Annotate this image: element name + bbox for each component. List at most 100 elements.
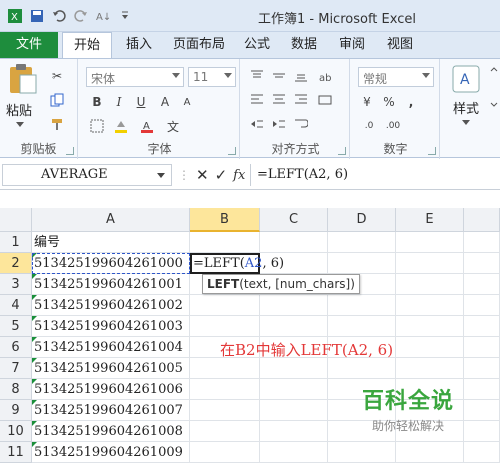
cell-a[interactable]: 513425199604261009 [32, 442, 190, 463]
decrease-decimal-icon[interactable]: .00 [384, 117, 402, 135]
cell-empty[interactable] [260, 232, 328, 253]
cell-empty[interactable] [190, 421, 260, 442]
insert-function-icon[interactable]: fx [233, 168, 245, 183]
cell-empty[interactable] [464, 232, 500, 253]
align-left-icon[interactable] [248, 91, 266, 109]
excel-icon[interactable]: X [6, 7, 24, 25]
cell-empty[interactable] [260, 295, 328, 316]
cell-empty[interactable] [328, 253, 396, 274]
cell-empty[interactable] [396, 316, 464, 337]
row-header[interactable]: 3 [0, 274, 32, 295]
cell-empty[interactable] [190, 442, 260, 463]
font-name-combo[interactable]: 宋体 [86, 67, 184, 87]
tab-data[interactable]: 数据 [282, 32, 326, 58]
font-shrink-icon[interactable]: A [178, 93, 196, 111]
cell-empty[interactable] [464, 358, 500, 379]
cell-empty[interactable] [260, 379, 328, 400]
merge-center-icon[interactable] [316, 91, 334, 109]
row-header[interactable]: 4 [0, 295, 32, 316]
tab-page-layout[interactable]: 页面布局 [166, 32, 232, 58]
row-header[interactable]: 8 [0, 379, 32, 400]
percent-icon[interactable]: % [380, 93, 398, 111]
cell-empty[interactable] [396, 232, 464, 253]
cell-a[interactable]: 513425199604261004 [32, 337, 190, 358]
row-header[interactable]: 5 [0, 316, 32, 337]
row-header[interactable]: 2 [0, 253, 32, 274]
cell-empty[interactable] [328, 295, 396, 316]
cell-empty[interactable] [190, 358, 260, 379]
cell-a[interactable]: 513425199604261001 [32, 274, 190, 295]
font-grow-icon[interactable]: A [156, 93, 174, 111]
styles-button[interactable]: A 样式 [448, 65, 484, 135]
cell-empty[interactable] [190, 400, 260, 421]
column-header-f[interactable] [464, 208, 500, 232]
tab-view[interactable]: 视图 [378, 32, 422, 58]
row-header[interactable]: 9 [0, 400, 32, 421]
cell-empty[interactable] [396, 295, 464, 316]
cell-a[interactable]: 513425199604261005 [32, 358, 190, 379]
undo-icon[interactable] [50, 7, 68, 25]
cell-empty[interactable] [396, 253, 464, 274]
alignment-dialog-launcher[interactable] [338, 147, 346, 155]
redo-icon[interactable] [72, 7, 90, 25]
italic-icon[interactable]: I [110, 93, 128, 111]
cell-empty[interactable] [396, 337, 464, 358]
formula-input[interactable]: =LEFT(A2, 6) [250, 164, 498, 186]
copy-icon[interactable] [48, 91, 66, 109]
cell-a[interactable]: 513425199604261002 [32, 295, 190, 316]
cell-empty[interactable] [190, 295, 260, 316]
cell-a[interactable]: 513425199604261008 [32, 421, 190, 442]
increase-decimal-icon[interactable]: .0 [360, 117, 378, 135]
cell-empty[interactable] [464, 274, 500, 295]
row-header[interactable]: 1 [0, 232, 32, 253]
align-top-icon[interactable] [248, 67, 266, 85]
cell-empty[interactable] [260, 400, 328, 421]
cell-empty[interactable] [260, 316, 328, 337]
cell-a[interactable]: 513425199604261003 [32, 316, 190, 337]
save-icon[interactable] [28, 7, 46, 25]
cell-empty[interactable] [328, 232, 396, 253]
cell-empty[interactable] [464, 337, 500, 358]
align-bottom-icon[interactable] [292, 67, 310, 85]
clipboard-dialog-launcher[interactable] [66, 147, 74, 155]
tab-home[interactable]: 开始 [62, 32, 112, 59]
tab-formulas[interactable]: 公式 [236, 32, 278, 58]
ribbon-scroll-icon[interactable] [490, 67, 498, 110]
align-center-icon[interactable] [270, 91, 288, 109]
increase-indent-icon[interactable] [270, 115, 288, 133]
column-header-c[interactable]: C [260, 208, 328, 232]
name-box-dropdown-icon[interactable] [157, 173, 165, 178]
font-dialog-launcher[interactable] [228, 147, 236, 155]
enter-icon[interactable]: ✓ [215, 166, 228, 184]
tab-review[interactable]: 审阅 [330, 32, 374, 58]
cell-empty[interactable] [464, 253, 500, 274]
comma-style-icon[interactable]: , [402, 93, 420, 111]
align-middle-icon[interactable] [270, 67, 288, 85]
orientation-icon[interactable]: ab [316, 67, 334, 85]
cell-empty[interactable] [464, 295, 500, 316]
font-size-combo[interactable]: 11 [188, 67, 236, 87]
column-header-a[interactable]: A [32, 208, 190, 232]
sort-icon[interactable]: A↓ [94, 7, 112, 25]
row-header[interactable]: 10 [0, 421, 32, 442]
cell-empty[interactable] [328, 316, 396, 337]
underline-icon[interactable]: U [132, 93, 150, 111]
cell-empty[interactable] [464, 316, 500, 337]
cell-empty[interactable] [190, 232, 260, 253]
active-cell-b2[interactable]: =LEFT(A2, 6) [190, 253, 284, 274]
number-format-combo[interactable]: 常规 [358, 67, 434, 87]
cell-empty[interactable] [328, 358, 396, 379]
function-tooltip[interactable]: LEFT(text, [num_chars]) [202, 274, 360, 294]
number-dialog-launcher[interactable] [428, 147, 436, 155]
currency-icon[interactable]: ¥ [358, 93, 376, 111]
tab-insert[interactable]: 插入 [116, 32, 162, 58]
select-all-corner[interactable] [0, 208, 32, 232]
column-header-d[interactable]: D [328, 208, 396, 232]
column-header-e[interactable]: E [396, 208, 464, 232]
bold-icon[interactable]: B [88, 93, 106, 111]
decrease-indent-icon[interactable] [248, 115, 266, 133]
font-color-icon[interactable]: A [138, 117, 156, 135]
column-header-b[interactable]: B [190, 208, 260, 232]
cell-empty[interactable] [260, 358, 328, 379]
name-box[interactable]: AVERAGE [2, 164, 172, 186]
